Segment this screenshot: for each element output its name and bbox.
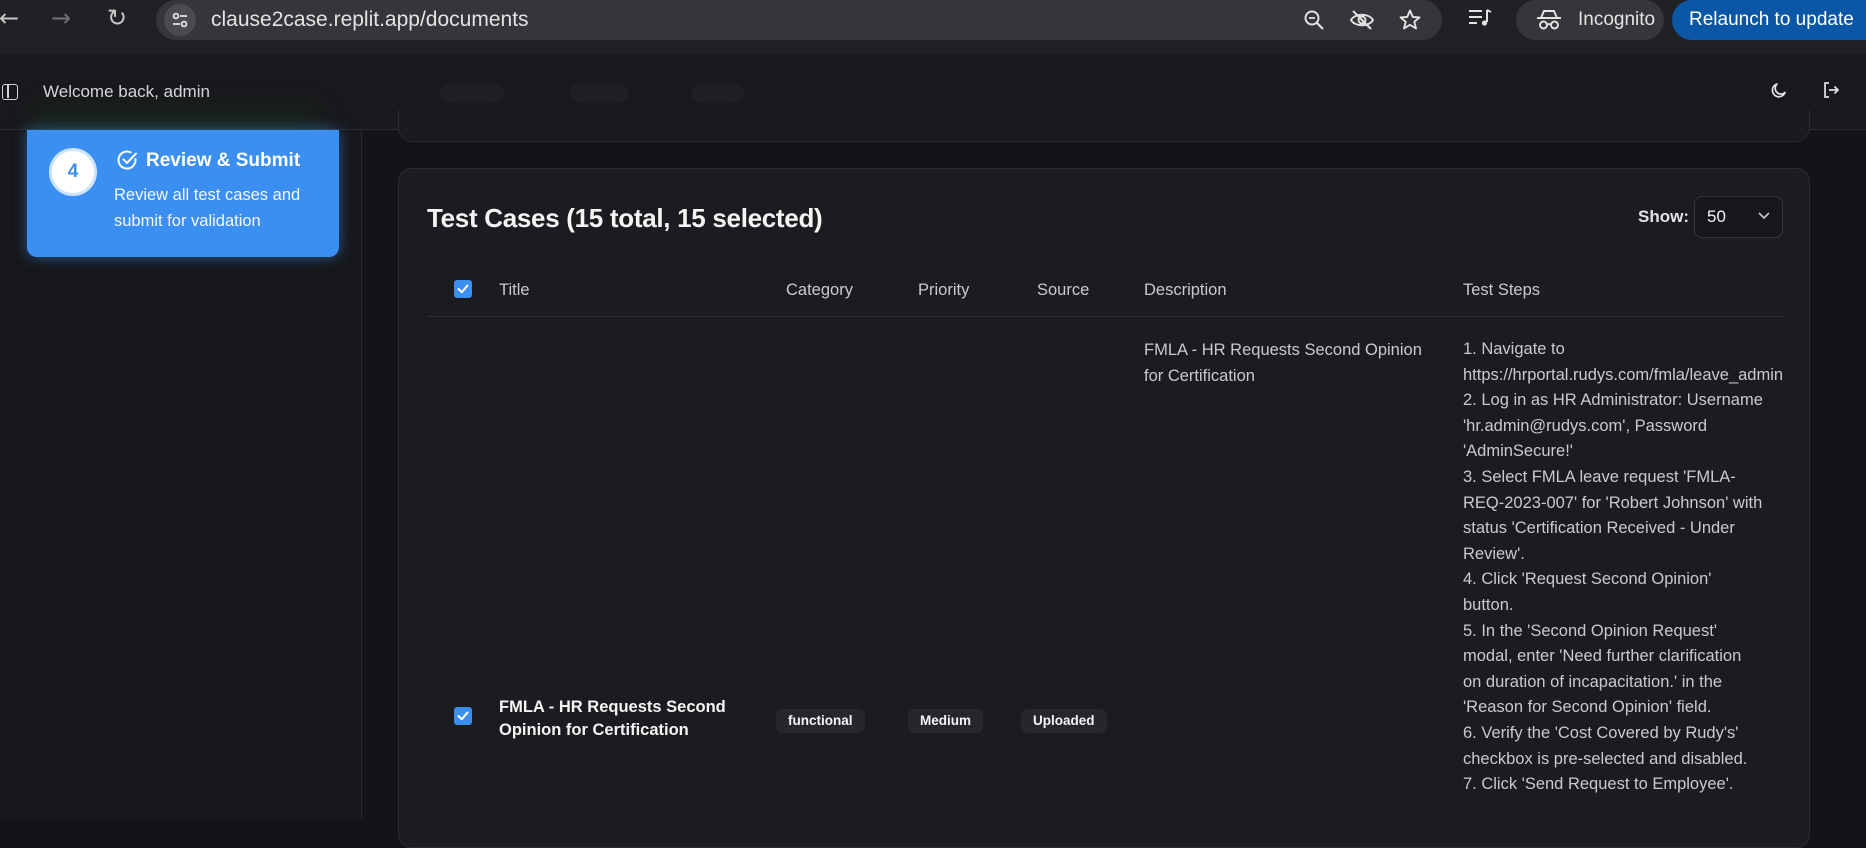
theme-toggle-icon[interactable]: [1770, 81, 1788, 104]
url-text[interactable]: clause2case.replit.app/documents: [211, 8, 529, 32]
column-header-title[interactable]: Title: [499, 281, 530, 300]
browser-toolbar: ← → ↻ clause2case.replit.app/documents I…: [0, 0, 1866, 54]
test-cases-card: Test Cases (15 total, 15 selected) Show:…: [398, 168, 1810, 848]
blurred-nav-item: [570, 83, 628, 103]
row-description: FMLA - HR Requests Second Opinion for Ce…: [1144, 341, 1422, 385]
relaunch-label: Relaunch to update: [1689, 9, 1854, 30]
forward-icon[interactable]: →: [46, 3, 76, 33]
incognito-label: Incognito: [1578, 9, 1656, 30]
step-description: Review all test cases and submit for val…: [114, 186, 301, 230]
incognito-icon: [1537, 10, 1561, 30]
chevron-down-icon: [1758, 212, 1770, 220]
select-all-checkbox[interactable]: [454, 280, 472, 298]
check-circle-icon: [115, 148, 139, 177]
column-header-description[interactable]: Description: [1144, 281, 1227, 300]
page-size-value: 50: [1707, 207, 1726, 226]
column-header-test-steps[interactable]: Test Steps: [1463, 281, 1540, 300]
show-label: Show:: [1638, 207, 1689, 226]
step-title: Review & Submit: [146, 150, 301, 171]
media-control-icon[interactable]: [1466, 4, 1496, 34]
table-header: Title Category Priority Source Descripti…: [427, 229, 1783, 317]
row-test-steps: 1. Navigate to https://hrportal.rudys.co…: [1463, 340, 1784, 794]
priority-badge: Medium: [908, 709, 984, 733]
previous-section-card: [398, 110, 1810, 142]
relaunch-button[interactable]: Relaunch to update: [1672, 0, 1866, 40]
sidebar-toggle-icon[interactable]: [2, 84, 18, 100]
site-info-icon[interactable]: [164, 4, 196, 36]
workflow-sidebar: 4 Review & Submit Review all test cases …: [0, 130, 362, 818]
logout-icon[interactable]: [1822, 81, 1840, 104]
back-icon[interactable]: ←: [0, 3, 24, 33]
row-title: FMLA - HR Requests Second Opinion for Ce…: [499, 698, 726, 739]
welcome-text: Welcome back, admin: [43, 82, 210, 101]
zoom-icon[interactable]: [1300, 6, 1328, 34]
column-header-source[interactable]: Source: [1037, 281, 1089, 300]
step-number: 4: [49, 148, 97, 196]
source-badge: Uploaded: [1021, 709, 1107, 733]
address-bar[interactable]: clause2case.replit.app/documents: [156, 0, 1442, 40]
blurred-nav-item: [440, 83, 504, 103]
bookmark-star-icon[interactable]: [1396, 6, 1424, 34]
blurred-nav-item: [692, 83, 744, 103]
row-select-checkbox[interactable]: [454, 707, 472, 725]
reload-icon[interactable]: ↻: [102, 3, 132, 33]
incognito-indicator[interactable]: Incognito: [1516, 0, 1664, 40]
column-header-category[interactable]: Category: [786, 281, 853, 300]
category-badge: functional: [776, 709, 865, 733]
eye-off-icon[interactable]: [1348, 6, 1376, 34]
step-review-submit[interactable]: 4 Review & Submit Review all test cases …: [27, 130, 339, 257]
column-header-priority[interactable]: Priority: [918, 281, 969, 300]
